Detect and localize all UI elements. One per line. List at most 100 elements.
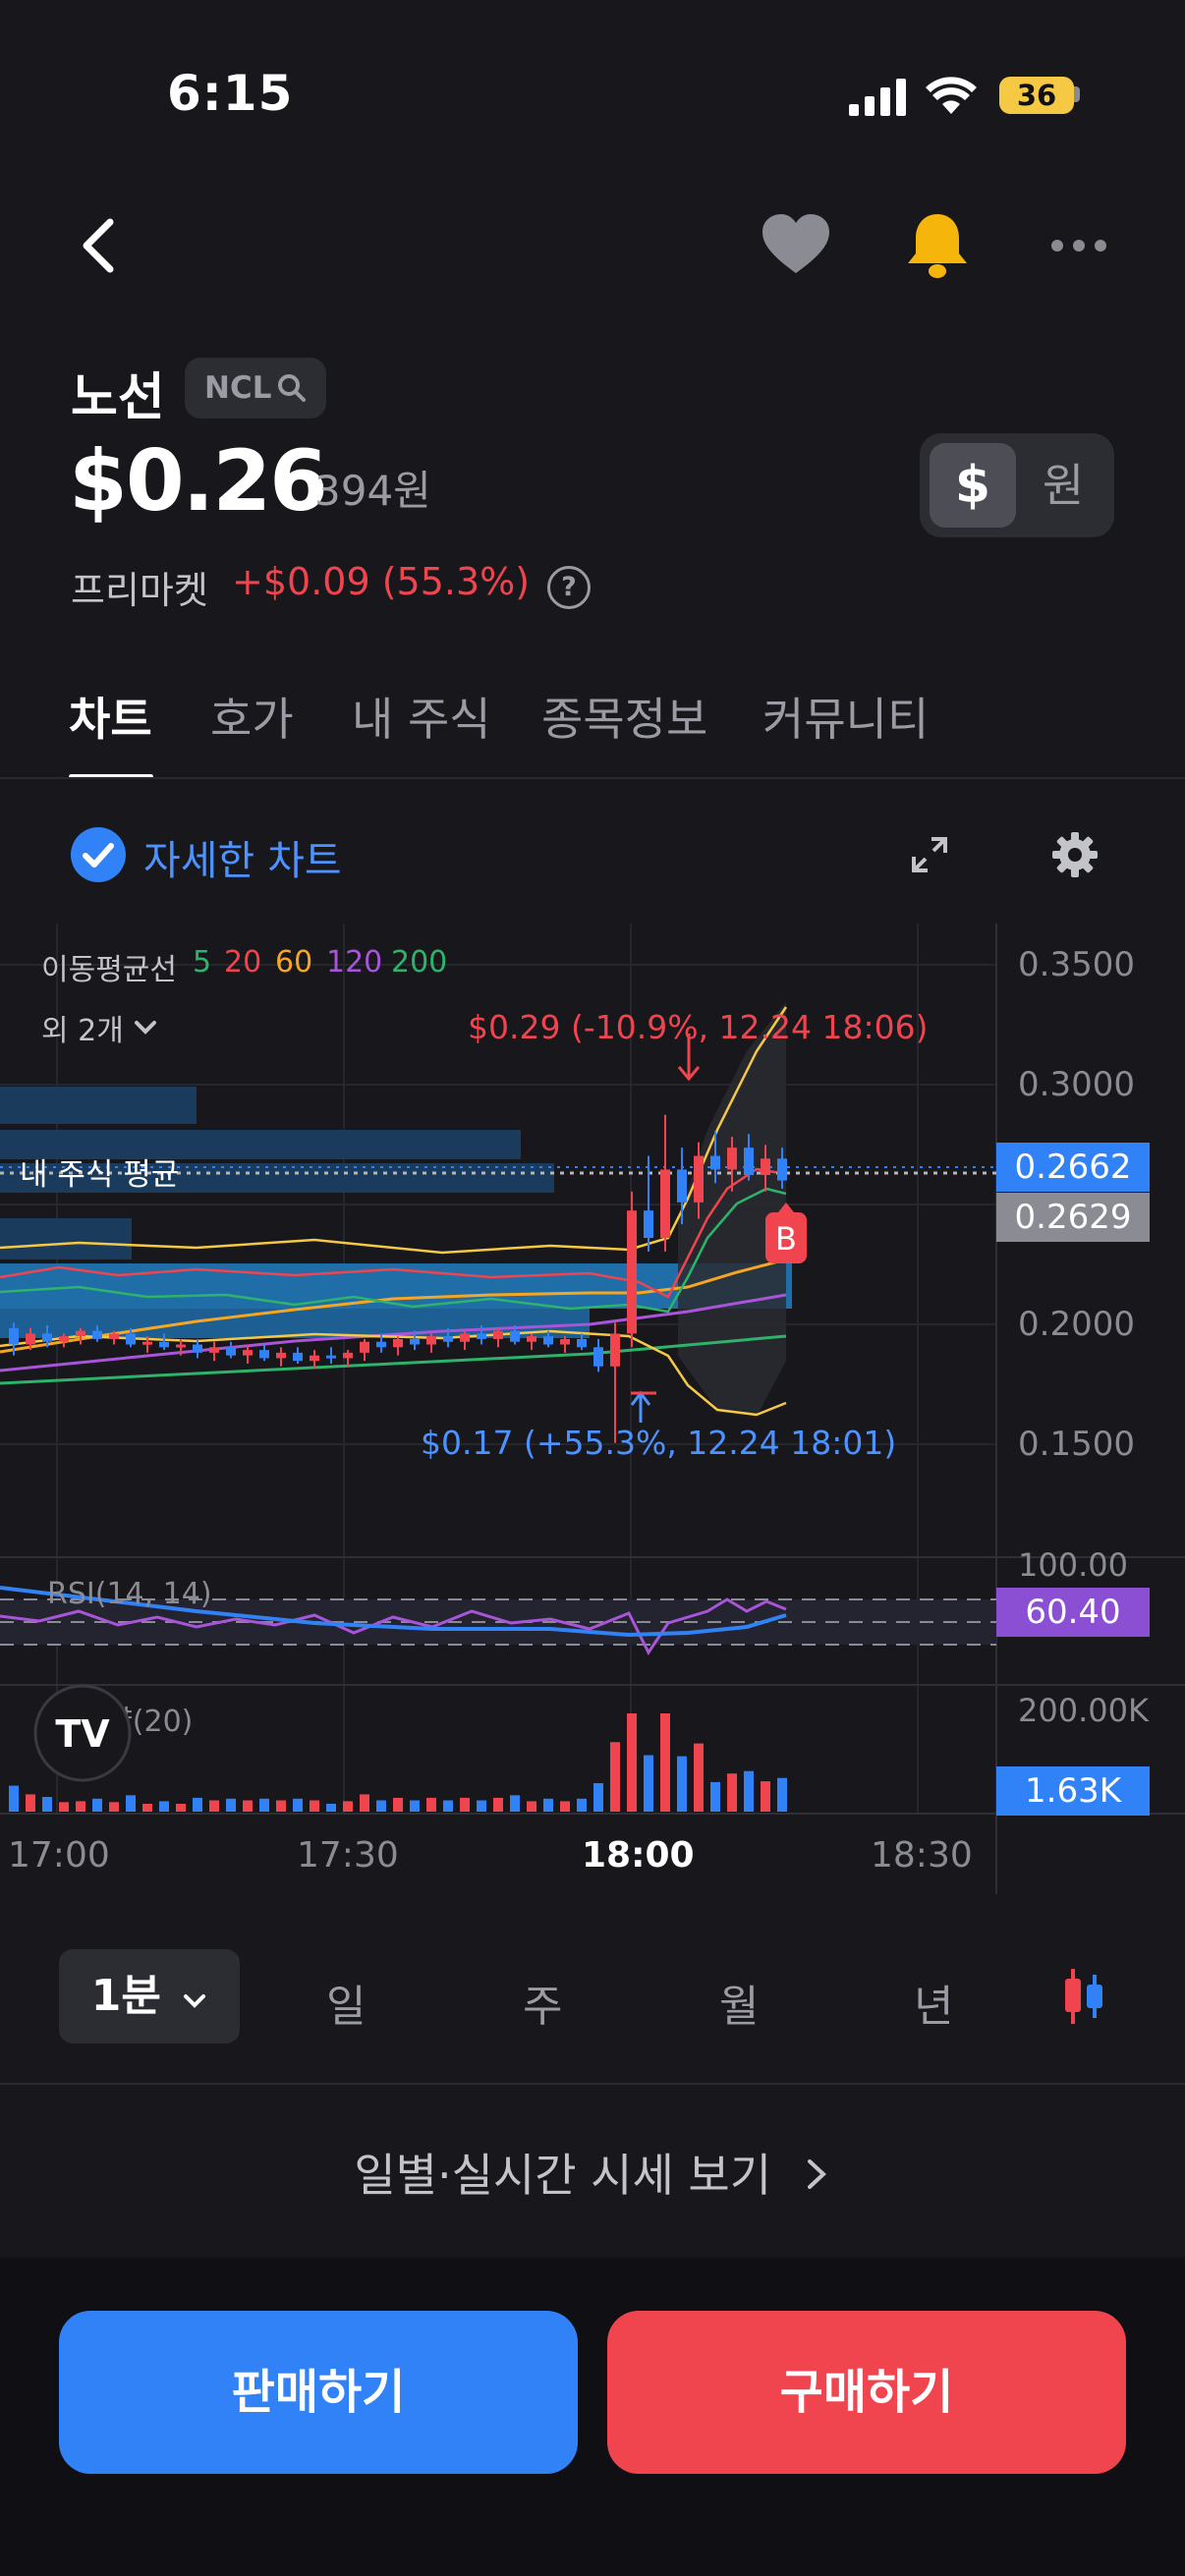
heart-icon[interactable] [761,212,831,277]
volume-bar [293,1798,303,1812]
volume-bar [694,1743,704,1812]
currency-usd-option[interactable]: $ [930,443,1016,528]
candle-body [59,1336,69,1342]
tab-stock-info[interactable]: 종목정보 [541,684,707,749]
volume-bar [243,1800,253,1812]
volume-bar [777,1777,787,1812]
volume-bar [710,1781,720,1812]
tabs-divider [0,777,1185,779]
y-tick: 0.3000 [1018,1065,1135,1104]
volume-value-tag: 1.63K [996,1766,1150,1816]
volume-bar [159,1801,169,1812]
volume-bar [727,1773,737,1812]
tab-my-stock[interactable]: 내 주식 [352,684,491,749]
candlestick-type-icon[interactable] [1059,1967,1108,2026]
volume-max-tick: 200.00K [1018,1692,1149,1729]
volume-bar [310,1800,319,1812]
period-month[interactable]: 월 [719,1971,759,2034]
candle-body [660,1169,670,1238]
candle-body [259,1350,269,1359]
status-time: 6:15 [167,65,294,122]
volume-bar [193,1797,202,1812]
daily-realtime-link[interactable]: 일별·실시간 시세 보기 [0,2140,1185,2205]
current-price-tag: 0.2662 [996,1143,1150,1192]
high-annotation: $0.29 (-10.9%, 12.24 18:06) [468,1008,929,1046]
x-tick: 17:00 [8,1835,110,1876]
y-tick: 0.2000 [1018,1305,1135,1344]
ma-5: 5 [193,945,212,980]
more-icon[interactable] [1049,236,1108,255]
wifi-icon [926,77,977,114]
volume-bar [527,1801,536,1812]
tab-chart[interactable]: 차트 [69,684,152,749]
low-annotation: $0.17 (+55.3%, 12.24 18:01) [421,1424,896,1462]
detail-chart-label[interactable]: 자세한 차트 [143,827,342,886]
tab-community[interactable]: 커뮤니티 [762,684,929,749]
candle-body [226,1347,236,1356]
volume-bar [460,1797,470,1812]
candle-body [360,1341,369,1353]
buy-button[interactable]: 구매하기 [607,2311,1126,2474]
ticker-symbol: NCL [204,370,272,406]
candle-body [159,1341,169,1348]
candle-body [76,1330,85,1337]
detail-chart-checkbox[interactable] [71,827,126,882]
period-year[interactable]: 년 [914,1971,953,2034]
volume-bar [226,1798,236,1812]
sell-button[interactable]: 판매하기 [59,2311,578,2474]
volume-bar [510,1795,520,1812]
average-price-tag: 0.2629 [996,1193,1150,1242]
volume-bar [26,1794,35,1812]
candle-body [426,1336,436,1345]
ma-20: 20 [224,945,262,980]
stock-price-krw: 394원 [314,467,431,515]
y-tick: 0.1500 [1018,1425,1135,1464]
volume-bar [109,1802,119,1812]
settings-gear-icon[interactable] [1051,831,1099,878]
volume-bar [677,1756,687,1812]
bell-icon[interactable] [904,210,971,281]
candle-body [627,1210,637,1334]
more-indicators-toggle[interactable]: 외 2개 [41,1006,157,1049]
candle-body [560,1338,570,1345]
session-label: 프리마켓 [71,569,208,612]
chevron-right-icon [807,2159,826,2189]
back-icon[interactable] [75,216,118,275]
ma-label: 이동평균선 [41,953,177,987]
candle-body [276,1352,286,1359]
candle-body [109,1333,119,1339]
candle-body [393,1338,403,1348]
ticker-search-button[interactable]: NCL [185,358,327,419]
volume-bar [660,1713,670,1812]
currency-krw-option[interactable]: 원 [1020,443,1106,528]
volume-bar [761,1781,770,1812]
candle-body [126,1333,136,1345]
candle-body [26,1333,35,1345]
volume-bar [343,1801,353,1812]
volume-bar [426,1797,436,1812]
tab-orderbook[interactable]: 호가 [210,684,294,749]
search-icon [278,374,307,402]
period-dropdown[interactable]: 1분 [59,1949,240,2044]
candle-body [243,1350,253,1356]
candle-body [376,1341,386,1348]
volume-bar [577,1798,587,1812]
ma-200: 200 [391,945,448,980]
rsi-label: RSI(14, 14) [47,1577,212,1611]
stock-name: 노선 [71,368,165,427]
volume-bar [593,1783,603,1812]
price-chart[interactable]: 내 주식 평균 $0.29 (-10.9%, 12.24 18:06) $0.1… [0,924,1185,1906]
chevron-down-icon [134,1021,156,1035]
x-tick: 18:00 [582,1835,695,1876]
more-indicators-label: 외 2개 [41,1014,124,1048]
volume-bar [543,1798,553,1812]
period-week[interactable]: 주 [523,1971,562,2034]
candle-body [9,1327,19,1345]
help-icon[interactable]: ? [547,566,591,609]
battery-tip [1074,86,1080,102]
expand-icon[interactable] [910,835,949,874]
period-day[interactable]: 일 [326,1971,366,2034]
candle-body [577,1338,587,1348]
candle-body [744,1148,754,1175]
volume-bar [76,1801,85,1812]
